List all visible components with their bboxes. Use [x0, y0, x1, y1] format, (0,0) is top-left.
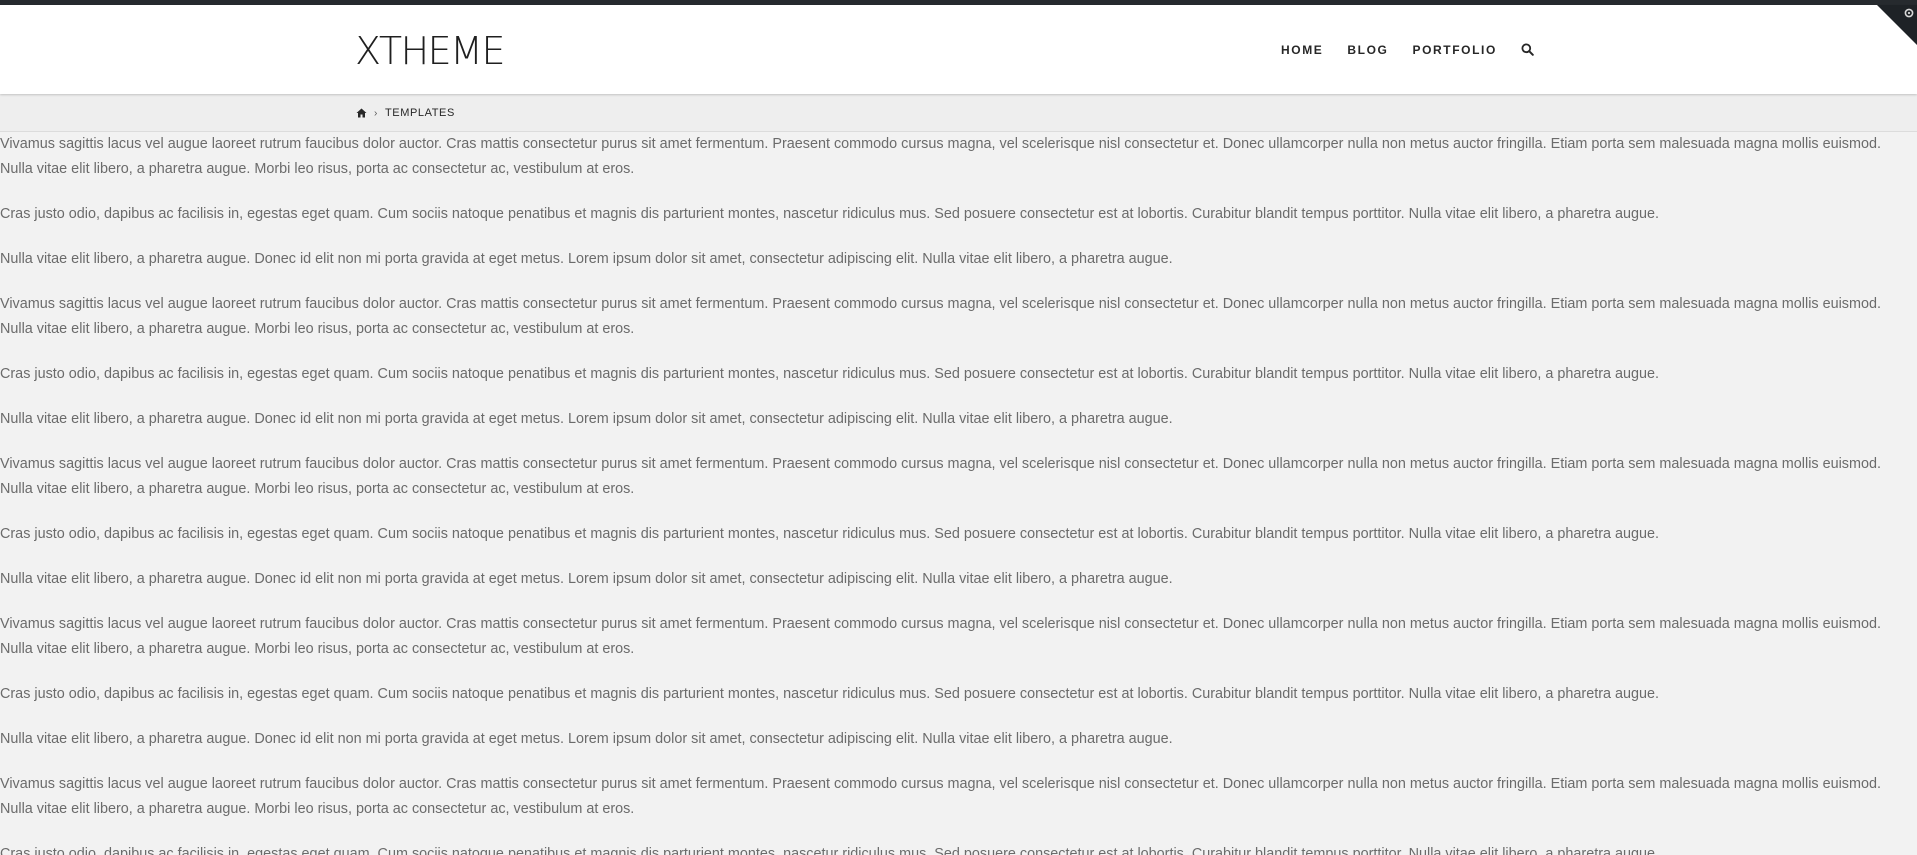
- home-icon[interactable]: [356, 108, 367, 118]
- content-paragraph: Nulla vitae elit libero, a pharetra augu…: [0, 571, 1173, 587]
- content-paragraph: Cras justo odio, dapibus ac facilisis in…: [0, 526, 1659, 542]
- breadcrumb-current: TEMPLATES: [384, 107, 455, 119]
- site-logo[interactable]: XTHEME: [355, 27, 505, 75]
- content-paragraph: Vivamus sagittis lacus vel augue laoreet…: [0, 616, 1881, 657]
- content-paragraph: Cras justo odio, dapibus ac facilisis in…: [0, 846, 1659, 855]
- content-paragraph: Cras justo odio, dapibus ac facilisis in…: [0, 366, 1659, 382]
- primary-nav: HOME BLOG PORTFOLIO: [1281, 43, 1535, 57]
- breadcrumb-bar: › TEMPLATES: [0, 94, 1917, 132]
- content-paragraph: Cras justo odio, dapibus ac facilisis in…: [0, 686, 1659, 702]
- content-paragraph: Vivamus sagittis lacus vel augue laoreet…: [0, 456, 1881, 497]
- main-content: Vivamus sagittis lacus vel augue laoreet…: [0, 132, 1917, 855]
- nav-item-home[interactable]: HOME: [1281, 43, 1323, 57]
- content-paragraph: Cras justo odio, dapibus ac facilisis in…: [0, 206, 1659, 222]
- content-paragraph: Nulla vitae elit libero, a pharetra augu…: [0, 251, 1173, 267]
- nav-item-blog[interactable]: BLOG: [1347, 43, 1388, 57]
- breadcrumb-separator: ›: [374, 107, 378, 119]
- content-paragraph: Vivamus sagittis lacus vel augue laoreet…: [0, 776, 1881, 817]
- content-paragraph: Vivamus sagittis lacus vel augue laoreet…: [0, 136, 1881, 177]
- content-paragraph: Nulla vitae elit libero, a pharetra augu…: [0, 731, 1173, 747]
- masthead: XTHEME HOME BLOG PORTFOLIO: [0, 5, 1917, 94]
- content-paragraph: Vivamus sagittis lacus vel augue laoreet…: [0, 296, 1881, 337]
- customizer-toggle[interactable]: [1877, 5, 1917, 45]
- search-icon[interactable]: [1521, 43, 1535, 57]
- nav-item-portfolio[interactable]: PORTFOLIO: [1412, 43, 1496, 57]
- content-paragraph: Nulla vitae elit libero, a pharetra augu…: [0, 411, 1173, 427]
- breadcrumb: › TEMPLATES: [356, 107, 455, 119]
